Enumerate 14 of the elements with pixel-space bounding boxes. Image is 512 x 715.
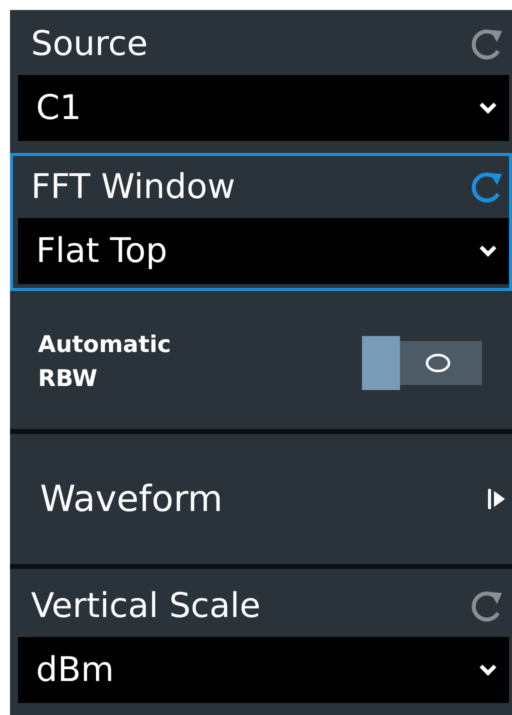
chevron-down-icon <box>479 245 497 257</box>
circle-icon <box>425 352 451 373</box>
chevron-down-icon <box>479 664 497 676</box>
submenu-arrow-icon <box>488 487 506 512</box>
toggle-label: Automatic RBW <box>38 331 172 394</box>
dropdown-field[interactable]: dBm <box>18 637 509 703</box>
submenu-item[interactable]: Waveform <box>10 434 512 569</box>
dropdown-field[interactable]: C1 <box>18 75 509 141</box>
field-label: Source <box>31 24 148 64</box>
chevron-down-icon <box>479 102 497 114</box>
dropdown-field[interactable]: Flat Top <box>18 218 509 284</box>
field-label: FFT Window <box>31 167 236 207</box>
toggle-switch[interactable] <box>362 336 482 390</box>
field-label: Vertical Scale <box>31 586 261 626</box>
